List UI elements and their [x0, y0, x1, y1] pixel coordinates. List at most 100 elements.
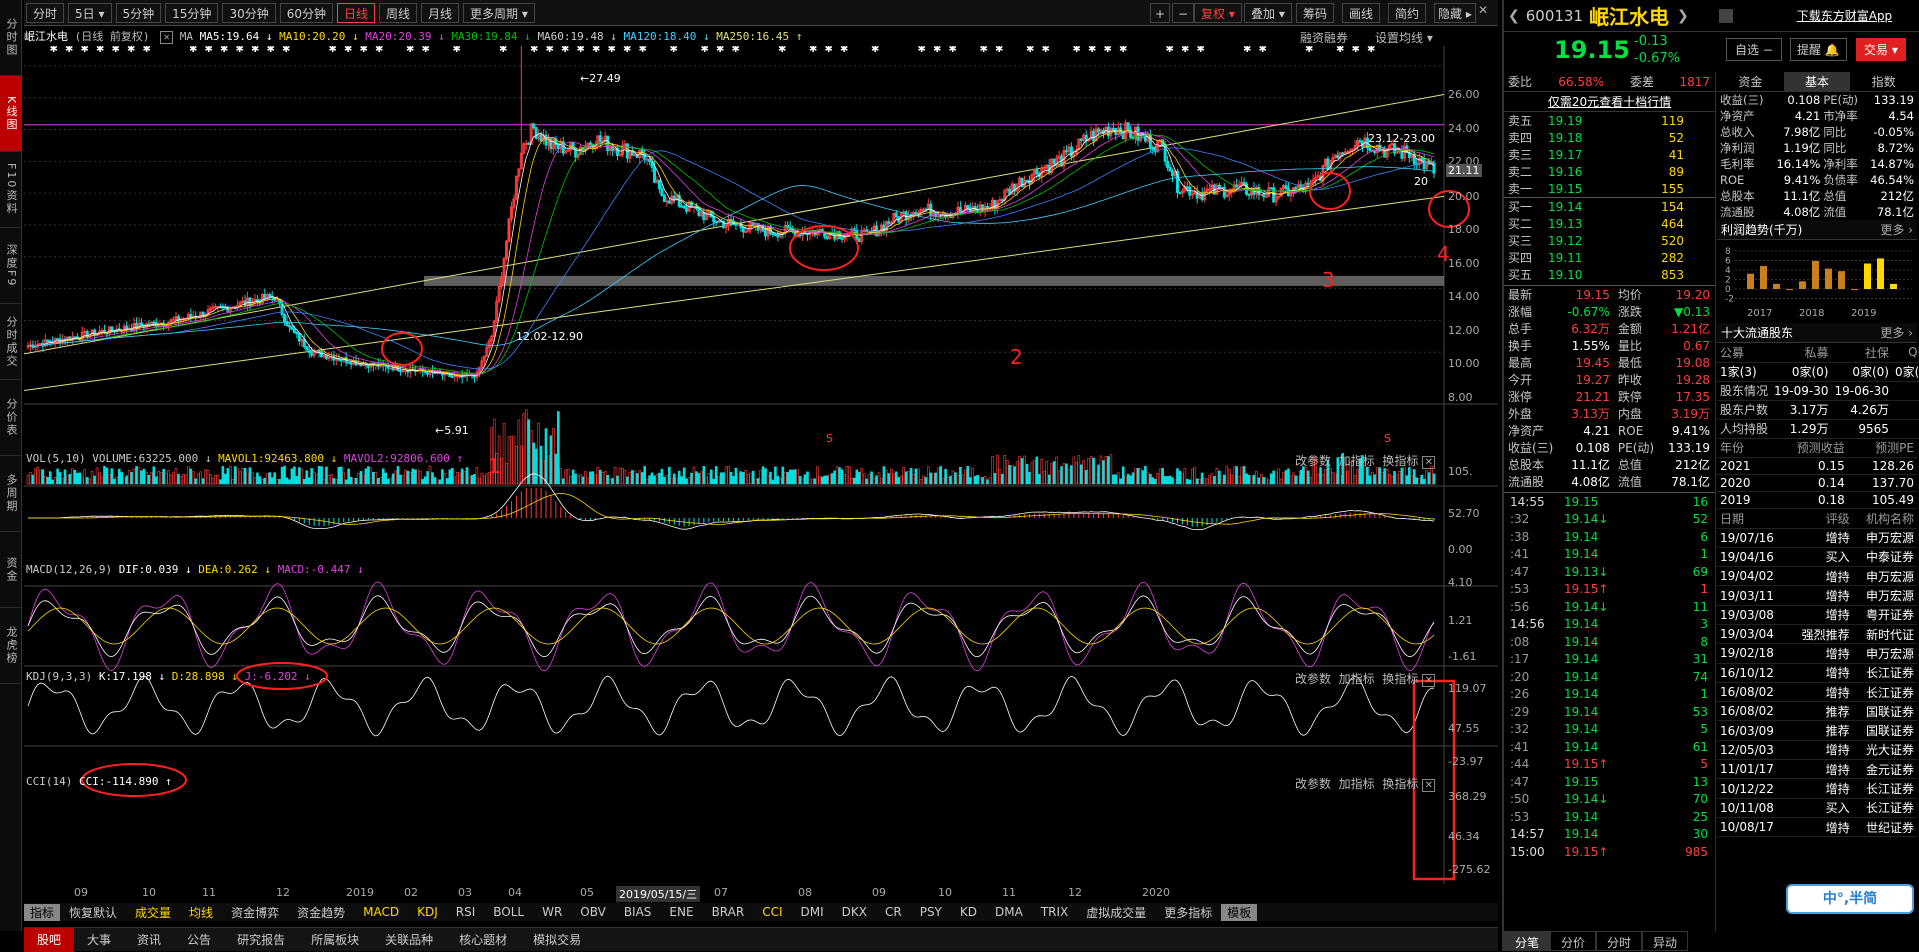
nav-price-table[interactable]: 分价表: [0, 380, 22, 456]
indicator-tab[interactable]: CCI: [753, 905, 791, 919]
bottom-nav-item[interactable]: 关联品种: [372, 931, 446, 948]
chips-button[interactable]: 筹码: [1296, 3, 1335, 23]
add-favorite-button[interactable]: 自选 −: [1726, 38, 1782, 61]
nav-timeshare[interactable]: 分时图: [0, 0, 22, 76]
nav-multi-period[interactable]: 多周期: [0, 456, 22, 532]
nav-funds[interactable]: 资金: [0, 532, 22, 608]
add-indicator-link[interactable]: 加指标: [1339, 454, 1375, 468]
f10-tab[interactable]: 指数: [1850, 72, 1917, 91]
switch-indicator-link[interactable]: 换指标: [1382, 777, 1418, 791]
edit-params-link[interactable]: 改参数: [1295, 672, 1331, 686]
indicator-tab[interactable]: 更多指标: [1155, 904, 1221, 921]
indicator-tab[interactable]: 指标: [24, 903, 61, 921]
indicator-tab[interactable]: 均线: [180, 904, 222, 921]
f10-tab[interactable]: 资金: [1717, 72, 1784, 91]
tab-30min[interactable]: 30分钟: [222, 2, 276, 23]
alert-button[interactable]: 提醒 🔔: [1790, 38, 1847, 61]
restore-right-button[interactable]: 复权 ▾: [1194, 3, 1242, 23]
tick-tab[interactable]: 异动: [1642, 931, 1689, 951]
overlay-button[interactable]: 叠加 ▾: [1244, 3, 1292, 23]
indicator-tab[interactable]: 成交量: [126, 904, 180, 921]
nav-f10[interactable]: F10资料: [0, 152, 22, 228]
close-icon[interactable]: ✕: [1422, 779, 1436, 792]
tab-timeshare[interactable]: 分时: [26, 2, 65, 23]
margin-trading-link[interactable]: 融资融券: [1300, 29, 1348, 46]
bottom-nav-item[interactable]: 模拟交易: [520, 931, 594, 948]
indicator-tab[interactable]: KDJ: [408, 905, 447, 919]
indicator-tab[interactable]: ENE: [660, 905, 702, 919]
indicator-tab[interactable]: DKX: [833, 905, 876, 919]
ime-toolbar[interactable]: 中°,半简: [1786, 884, 1914, 914]
indicator-tab[interactable]: CR: [876, 905, 911, 919]
indicator-tab[interactable]: 资金博弈: [222, 904, 288, 921]
bottom-nav-item[interactable]: 大事: [74, 931, 124, 948]
tab-more-periods[interactable]: 更多周期 ▾: [463, 2, 535, 23]
bottom-nav-item[interactable]: 资讯: [124, 931, 174, 948]
bottom-nav-item[interactable]: 研究报告: [224, 931, 298, 948]
more-link[interactable]: 更多 ›: [1880, 221, 1913, 238]
kline-chart-area[interactable]: ✱ ✱ ✱ ✱ ✱ ✱ ✱ ✱ ✱ ✱ ✱ ✱ ✱ ✱ ✱ ✱ ✱ ✱ ✱ ✱ ✱ ✱ ✱ ✱ ✱ ✱ ✱ ✱ ✱ ✱ ✱ ✱ ✱ ✱ ✱ ✱ ✱ ✱ ✱ ✱…: [24, 46, 1498, 903]
grid-icon[interactable]: [1718, 8, 1733, 23]
tab-monthly[interactable]: 月线: [421, 2, 460, 23]
forward-icon[interactable]: ❯: [1677, 8, 1689, 24]
indicator-tab[interactable]: BRAR: [703, 905, 754, 919]
ma-settings-link[interactable]: 设置均线 ▾: [1375, 29, 1433, 46]
close-icon[interactable]: ✕: [1422, 456, 1436, 469]
more-link[interactable]: 更多 ›: [1880, 324, 1913, 341]
bottom-nav-item[interactable]: 所属板块: [298, 931, 372, 948]
edit-params-link[interactable]: 改参数: [1295, 777, 1331, 791]
bottom-nav-item[interactable]: 公告: [174, 931, 224, 948]
indicator-tab[interactable]: 虚拟成交量: [1077, 904, 1155, 921]
tab-weekly[interactable]: 周线: [379, 2, 418, 23]
nav-depth[interactable]: 深度F9: [0, 228, 22, 304]
indicator-tab[interactable]: OBV: [571, 905, 615, 919]
hide-button[interactable]: 隐藏 ▸: [1434, 3, 1476, 23]
edit-params-link[interactable]: 改参数: [1295, 454, 1331, 468]
zoom-out-button[interactable]: −: [1172, 3, 1195, 23]
indicator-tab[interactable]: 资金趋势: [288, 904, 354, 921]
level2-promo-link[interactable]: 仅需20元查看十档行情: [1504, 92, 1715, 112]
back-icon[interactable]: ❮: [1508, 8, 1520, 24]
ratings-table: 日期 评级 机构名称 19/07/16 增持 申万宏源 19/04/16 买入 中泰证券 19/0…: [1717, 509, 1917, 837]
rating-row-cell: 增持: [1825, 589, 1850, 604]
close-icon[interactable]: ✕: [1478, 3, 1488, 17]
close-icon[interactable]: ✕: [1422, 674, 1436, 687]
tab-5min[interactable]: 5分钟: [115, 2, 162, 23]
bottom-nav-item[interactable]: 股吧: [24, 927, 75, 952]
indicator-tab[interactable]: 恢复默认: [60, 904, 126, 921]
indicator-tab[interactable]: RSI: [447, 905, 485, 919]
switch-indicator-link[interactable]: 换指标: [1382, 672, 1418, 686]
indicator-tab[interactable]: TRIX: [1032, 905, 1077, 919]
tab-5day[interactable]: 5日 ▾: [68, 2, 112, 23]
rating-row-cell: 光大证券: [1865, 743, 1914, 758]
indicator-tab[interactable]: MACD: [354, 905, 408, 919]
indicator-tab[interactable]: PSY: [911, 905, 951, 919]
nav-kline[interactable]: K线图: [0, 76, 22, 152]
bottom-nav-item[interactable]: 核心题材: [446, 931, 520, 948]
indicator-tab[interactable]: BIAS: [615, 905, 661, 919]
indicator-tab[interactable]: BOLL: [484, 905, 533, 919]
download-app-link[interactable]: 下载东方财富App: [1797, 7, 1892, 24]
tab-daily[interactable]: 日线: [337, 2, 376, 23]
draw-line-button[interactable]: 画线: [1342, 3, 1381, 23]
trade-button[interactable]: 交易 ▾: [1856, 38, 1906, 61]
indicator-tab[interactable]: KD: [951, 905, 986, 919]
indicator-tab[interactable]: DMI: [792, 905, 833, 919]
tab-15min[interactable]: 15分钟: [165, 2, 219, 23]
tab-60min[interactable]: 60分钟: [279, 2, 333, 23]
nav-trades[interactable]: 分时成交: [0, 304, 22, 380]
indicator-tab[interactable]: DMA: [986, 905, 1032, 919]
indicator-tab[interactable]: WR: [533, 905, 571, 919]
indicator-tab[interactable]: 模板: [1221, 903, 1258, 921]
f10-tab[interactable]: 基本: [1783, 72, 1851, 91]
tick-tab[interactable]: 分时: [1596, 931, 1643, 951]
switch-indicator-link[interactable]: 换指标: [1382, 454, 1418, 468]
nav-dragon-tiger[interactable]: 龙虎榜: [0, 608, 22, 684]
add-indicator-link[interactable]: 加指标: [1339, 777, 1375, 791]
tick-tab[interactable]: 分价: [1550, 931, 1597, 951]
close-icon[interactable]: ✕: [160, 31, 174, 44]
simple-button[interactable]: 简约: [1388, 3, 1427, 23]
tick-tab[interactable]: 分笔: [1504, 931, 1551, 951]
zoom-in-button[interactable]: +: [1150, 3, 1171, 23]
add-indicator-link[interactable]: 加指标: [1339, 672, 1375, 686]
